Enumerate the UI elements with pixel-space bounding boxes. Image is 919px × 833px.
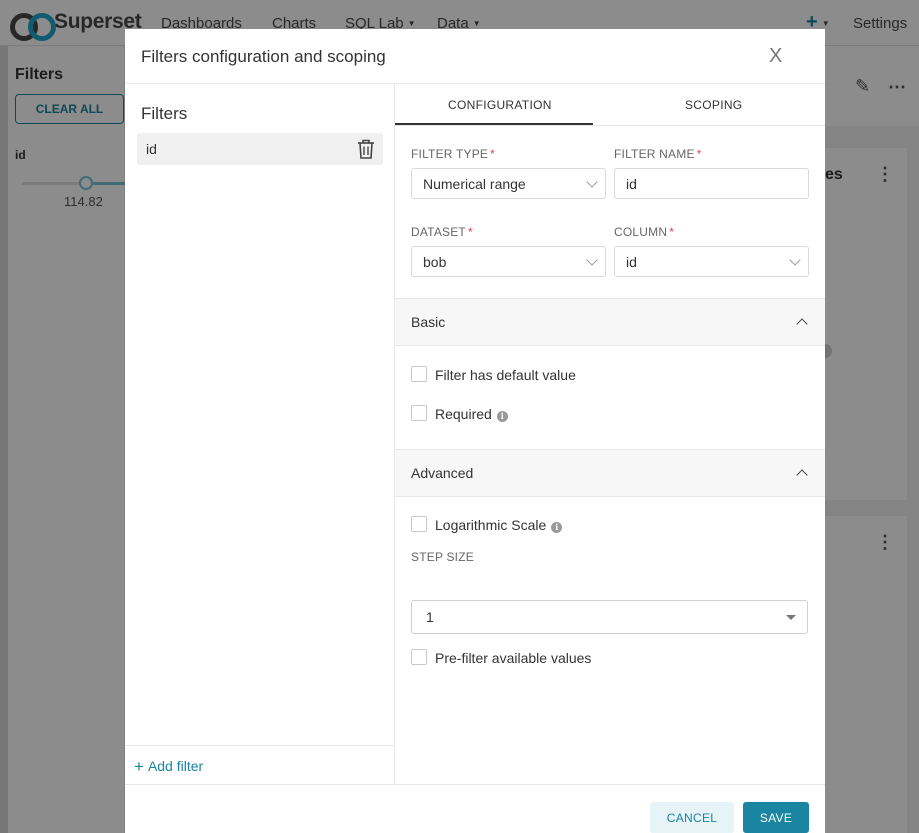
step-size-value: 1 bbox=[426, 609, 434, 625]
sidebar-footer: + Add filter bbox=[125, 745, 395, 785]
filter-name-label-text: FILTER NAME bbox=[614, 147, 695, 161]
required-asterisk: * bbox=[669, 225, 675, 239]
active-tab-indicator bbox=[395, 123, 593, 125]
save-button[interactable]: SAVE bbox=[743, 802, 809, 833]
pre-filter-label: Pre-filter available values bbox=[435, 650, 592, 666]
log-scale-checkbox[interactable] bbox=[411, 516, 427, 532]
default-value-label: Filter has default value bbox=[435, 367, 576, 383]
required-asterisk: * bbox=[490, 147, 495, 161]
column-select[interactable]: id bbox=[614, 246, 809, 277]
filter-type-value: Numerical range bbox=[423, 175, 526, 192]
filter-config-panel: CONFIGURATION SCOPING FILTER TYPE * Numer… bbox=[395, 84, 825, 784]
add-filter-label: Add filter bbox=[147, 758, 204, 774]
filter-type-label: FILTER TYPE * bbox=[411, 147, 495, 161]
log-scale-label: Logarithmic Scale i bbox=[435, 517, 563, 533]
modal-header: Filters configuration and scoping X bbox=[125, 29, 825, 84]
trash-icon[interactable] bbox=[356, 138, 376, 160]
info-icon[interactable]: i bbox=[496, 411, 508, 422]
modal-footer: CANCEL SAVE bbox=[125, 784, 825, 833]
cancel-button[interactable]: CANCEL bbox=[650, 802, 734, 833]
chevron-up-icon bbox=[796, 469, 808, 481]
default-value-checkbox[interactable] bbox=[411, 366, 427, 382]
tab-configuration[interactable]: CONFIGURATION bbox=[448, 98, 552, 112]
caret-down-icon bbox=[786, 615, 796, 620]
filter-name-label: FILTER NAME * bbox=[614, 147, 702, 161]
add-filter-button[interactable]: + Add filter bbox=[134, 757, 203, 777]
required-label-text: Required bbox=[435, 406, 492, 422]
required-label: Required i bbox=[435, 406, 508, 422]
basic-section-header[interactable]: Basic bbox=[395, 298, 825, 346]
dataset-label: DATASET * bbox=[411, 225, 473, 239]
chevron-down-icon bbox=[789, 254, 801, 266]
column-label-text: COLUMN bbox=[614, 225, 668, 239]
tab-scoping[interactable]: SCOPING bbox=[685, 98, 742, 112]
step-size-select[interactable]: 1 bbox=[411, 600, 808, 634]
filter-item-label: id bbox=[146, 141, 157, 157]
close-icon[interactable]: X bbox=[769, 45, 782, 68]
plus-icon: + bbox=[134, 757, 144, 776]
advanced-section-title: Advanced bbox=[411, 465, 474, 481]
filter-name-value: id bbox=[626, 175, 637, 192]
required-asterisk: * bbox=[696, 147, 702, 161]
chevron-up-icon bbox=[796, 318, 808, 330]
config-tabs: CONFIGURATION SCOPING bbox=[395, 84, 825, 126]
filter-type-select[interactable]: Numerical range bbox=[411, 168, 606, 199]
dataset-select[interactable]: bob bbox=[411, 246, 606, 277]
step-size-label: STEP SIZE bbox=[411, 550, 474, 564]
column-label: COLUMN * bbox=[614, 225, 674, 239]
dataset-value: bob bbox=[423, 253, 447, 270]
required-checkbox[interactable] bbox=[411, 405, 427, 421]
advanced-section-header[interactable]: Advanced bbox=[395, 449, 825, 497]
filters-config-modal: Filters configuration and scoping X Filt… bbox=[125, 29, 825, 833]
info-icon[interactable]: i bbox=[551, 522, 563, 533]
filter-list-item[interactable]: id bbox=[137, 133, 383, 165]
modal-title: Filters configuration and scoping bbox=[141, 47, 386, 66]
required-asterisk: * bbox=[467, 225, 473, 239]
dataset-label-text: DATASET bbox=[411, 225, 466, 239]
chevron-down-icon bbox=[586, 176, 598, 188]
chevron-down-icon bbox=[586, 254, 598, 266]
log-scale-label-text: Logarithmic Scale bbox=[435, 517, 547, 533]
pre-filter-checkbox[interactable] bbox=[411, 649, 427, 665]
column-value: id bbox=[626, 253, 637, 270]
filter-name-input[interactable]: id bbox=[614, 168, 809, 199]
filter-type-label-text: FILTER TYPE bbox=[411, 147, 489, 161]
basic-section-title: Basic bbox=[411, 314, 446, 330]
filters-list-sidebar: Filters id + Add filter bbox=[125, 84, 395, 784]
sidebar-title: Filters bbox=[141, 104, 188, 123]
